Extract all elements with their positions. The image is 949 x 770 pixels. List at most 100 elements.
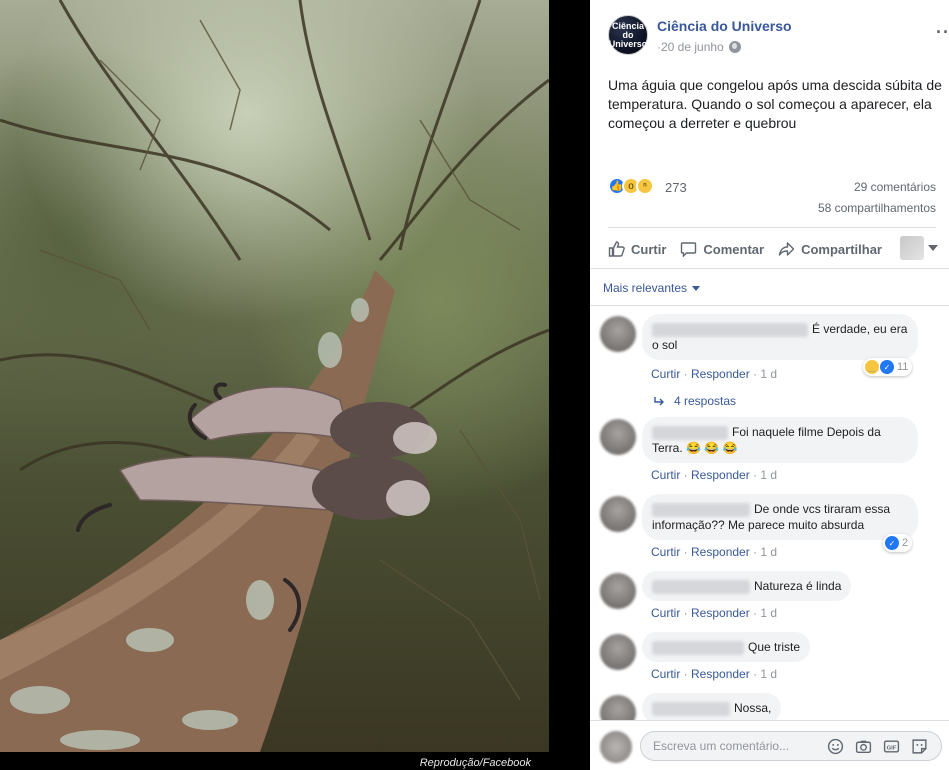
commenter-avatar[interactable] bbox=[600, 634, 636, 670]
reply-arrow-icon bbox=[654, 396, 664, 405]
svg-text:GIF: GIF bbox=[887, 745, 897, 751]
globe-icon[interactable] bbox=[728, 41, 741, 53]
comment-bubble: Nossa, bbox=[642, 693, 782, 720]
more-options-button[interactable]: ··· bbox=[936, 23, 949, 41]
avatar-text-3: Universo bbox=[608, 38, 648, 49]
comment-bubble: Que triste bbox=[642, 632, 811, 662]
shares-count-link[interactable]: 58 compartilhamentos bbox=[818, 201, 936, 215]
comment-text: Que triste bbox=[748, 640, 801, 654]
emoji-icon[interactable] bbox=[827, 738, 844, 755]
comment-time[interactable]: 1 d bbox=[760, 667, 777, 681]
commenter-name[interactable] bbox=[652, 322, 808, 337]
audience-avatar bbox=[900, 236, 924, 260]
comment-reaction-count: 2 bbox=[902, 537, 909, 549]
separator: · bbox=[680, 606, 692, 620]
comment-time[interactable]: 1 d bbox=[760, 367, 777, 381]
share-icon bbox=[778, 242, 795, 256]
comment-item: Natureza é linda Curtir · Responder · 1 … bbox=[600, 571, 940, 626]
separator: · bbox=[680, 545, 692, 559]
comment-bubble: De onde vcs tiraram essa informação?? Me… bbox=[642, 494, 918, 540]
comment-like-link[interactable]: Curtir bbox=[651, 468, 680, 482]
reaction-count[interactable]: 273 bbox=[665, 180, 687, 195]
commenter-name[interactable] bbox=[652, 701, 730, 716]
commenter-name[interactable] bbox=[652, 502, 750, 517]
comment-bubble: Natureza é linda bbox=[642, 571, 852, 601]
comment-composer: Escreva um comentário... GIF bbox=[590, 720, 949, 770]
comment-button[interactable]: Comentar bbox=[680, 241, 764, 257]
comment-actions: Curtir · Responder · 1 d bbox=[651, 667, 777, 681]
post-photo[interactable]: Reprodução/Facebook bbox=[0, 0, 549, 770]
comment-reply-link[interactable]: Responder bbox=[691, 667, 750, 681]
comment-icon bbox=[681, 242, 697, 257]
comment-time[interactable]: 1 d bbox=[760, 545, 777, 559]
comment-like-link[interactable]: Curtir bbox=[651, 545, 680, 559]
like-icon: ✓ bbox=[885, 536, 899, 550]
comment-reply-link[interactable]: Responder bbox=[691, 367, 750, 381]
actions-bar: Curtir Comentar Compartilhar bbox=[608, 236, 938, 262]
separator: · bbox=[749, 545, 761, 559]
post-meta: · 20 de junho bbox=[657, 40, 741, 54]
commenter-name[interactable] bbox=[652, 640, 744, 655]
comments-count-link[interactable]: 29 comentários bbox=[854, 180, 936, 194]
separator: · bbox=[680, 468, 692, 482]
comment-like-link[interactable]: Curtir bbox=[651, 367, 680, 381]
reaction-icons[interactable]: 👍 o ⁿ bbox=[608, 177, 654, 195]
caret-down-icon bbox=[928, 245, 938, 251]
comment-actions: Curtir · Responder · 1 d bbox=[651, 606, 777, 620]
comment-input[interactable]: Escreva um comentário... GIF bbox=[640, 731, 942, 761]
comment-reply-link[interactable]: Responder bbox=[691, 606, 750, 620]
comment-actions: Curtir · Responder · 1 d bbox=[651, 367, 777, 381]
share-button[interactable]: Compartilhar bbox=[778, 241, 882, 257]
commenter-avatar[interactable] bbox=[600, 695, 636, 720]
comment-sort-dropdown[interactable]: Mais relevantes bbox=[603, 281, 701, 295]
comment-reply-link[interactable]: Responder bbox=[691, 468, 750, 482]
photo-illustration bbox=[0, 0, 549, 752]
comment-reaction-badge[interactable]: ‿ ✓ 11 bbox=[863, 358, 913, 376]
post-panel: Ciência do Universo Ciência do Universo … bbox=[590, 0, 949, 770]
divider bbox=[590, 305, 949, 306]
post-text: Uma águia que congelou após uma descida … bbox=[608, 77, 942, 131]
comment-text: Natureza é linda bbox=[754, 579, 842, 593]
sort-label: Mais relevantes bbox=[603, 281, 688, 295]
comment-like-link[interactable]: Curtir bbox=[651, 667, 680, 681]
post-header: Ciência do Universo Ciência do Universo … bbox=[608, 15, 949, 59]
commenter-name[interactable] bbox=[652, 579, 750, 594]
gif-icon[interactable]: GIF bbox=[883, 738, 900, 755]
divider bbox=[590, 268, 949, 269]
comment-label: Comentar bbox=[703, 241, 765, 257]
comment-time[interactable]: 1 d bbox=[760, 606, 777, 620]
commenter-avatar[interactable] bbox=[600, 496, 636, 532]
comment-reply-link[interactable]: Responder bbox=[691, 545, 750, 559]
post-date[interactable]: 20 de junho bbox=[661, 40, 724, 54]
like-icon: ✓ bbox=[880, 360, 894, 374]
comment-text: Nossa, bbox=[734, 701, 772, 715]
commenter-avatar[interactable] bbox=[600, 316, 636, 352]
comment-bubble: É verdade, eu era o sol bbox=[642, 314, 918, 360]
commenter-avatar[interactable] bbox=[600, 573, 636, 609]
haha-icon: ‿ bbox=[865, 360, 879, 374]
audience-selector[interactable] bbox=[900, 236, 938, 260]
commenter-avatar[interactable] bbox=[600, 419, 636, 455]
separator: · bbox=[749, 468, 761, 482]
like-button[interactable]: Curtir bbox=[608, 241, 666, 257]
comment-item: Nossa, bbox=[600, 693, 940, 720]
commenter-name[interactable] bbox=[652, 425, 728, 440]
comment-time[interactable]: 1 d bbox=[760, 468, 777, 482]
comment-item: É verdade, eu era o sol Curtir · Respond… bbox=[600, 314, 940, 424]
comment-actions: Curtir · Responder · 1 d bbox=[651, 545, 777, 559]
sticker-icon[interactable] bbox=[911, 738, 928, 755]
separator: · bbox=[680, 367, 692, 381]
caret-down-icon bbox=[692, 285, 701, 291]
comment-item: De onde vcs tiraram essa informação?? Me… bbox=[600, 494, 940, 564]
comment-bubble: Foi naquele filme Depois da Terra. 😂 😂 😂 bbox=[642, 417, 918, 463]
viewer-gutter bbox=[549, 0, 590, 770]
replies-count: 4 respostas bbox=[674, 394, 737, 408]
view-replies-link[interactable]: 4 respostas bbox=[654, 394, 736, 408]
comment-item: Que triste Curtir · Responder · 1 d bbox=[600, 632, 940, 687]
comment-reaction-badge[interactable]: ✓ 2 bbox=[883, 534, 913, 552]
page-avatar[interactable]: Ciência do Universo bbox=[608, 15, 648, 55]
comment-like-link[interactable]: Curtir bbox=[651, 606, 680, 620]
camera-icon[interactable] bbox=[855, 738, 872, 755]
sad-icon: ⁿ bbox=[636, 177, 654, 195]
page-name-link[interactable]: Ciência do Universo bbox=[657, 18, 792, 34]
